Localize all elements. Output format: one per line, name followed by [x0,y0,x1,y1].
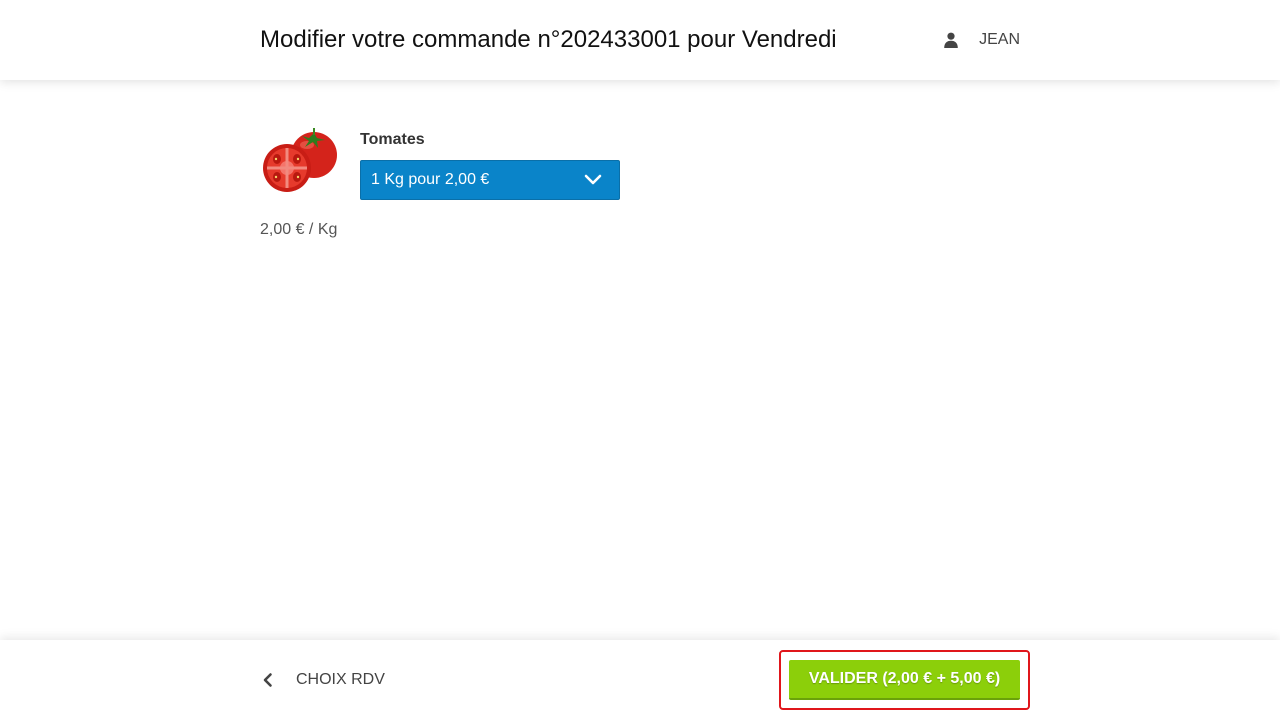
quantity-select-value: 1 Kg pour 2,00 € [371,171,490,188]
header-inner: Modifier votre commande n°202433001 pour… [260,0,1020,80]
back-button[interactable]: CHOIX RDV [260,640,385,720]
header: Modifier votre commande n°202433001 pour… [0,0,1280,80]
back-label: CHOIX RDV [296,671,385,688]
page-title: Modifier votre commande n°202433001 pour… [260,26,837,53]
main-content: Tomates 1 Kg pour 2,00 € 2,00 € / Kg [260,80,1020,640]
chevron-left-icon [263,673,272,687]
footer: CHOIX RDV VALIDER (2,00 € + 5,00 €) [0,640,1280,720]
user-icon [943,32,959,48]
user-menu[interactable]: JEAN [943,31,1020,49]
validate-button[interactable]: VALIDER (2,00 € + 5,00 €) [789,660,1020,700]
tomato-image [260,125,340,197]
chevron-down-icon [584,174,602,185]
unit-price: 2,00 € / Kg [260,221,338,238]
quantity-select[interactable]: 1 Kg pour 2,00 € [360,160,620,200]
user-name: JEAN [979,31,1020,48]
validate-highlight: VALIDER (2,00 € + 5,00 €) [779,650,1030,710]
product-name: Tomates [360,131,425,148]
